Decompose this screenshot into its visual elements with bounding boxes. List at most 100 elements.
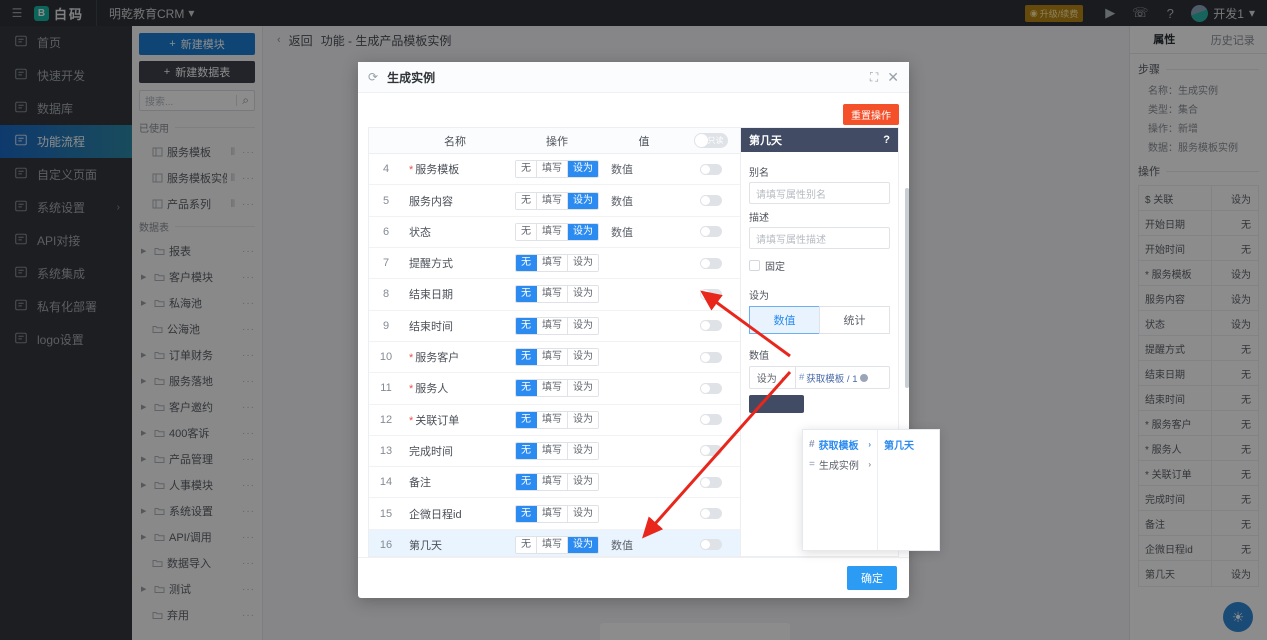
row-value[interactable]: 数值 (607, 161, 681, 177)
operation-option-0[interactable]: 无 (516, 223, 537, 240)
alias-input[interactable]: 请填写属性别名 (749, 182, 890, 205)
table-row[interactable]: 9 结束时间 无填写 设为 (369, 311, 740, 342)
operation-option-1[interactable]: 填写 (537, 317, 568, 334)
operation-option-0[interactable]: 无 (516, 349, 537, 366)
row-readonly-toggle[interactable] (699, 445, 722, 457)
operation-option-1[interactable]: 填写 (537, 286, 568, 303)
table-row[interactable]: 11 * 服务人 无填写 设为 (369, 373, 740, 405)
table-body[interactable]: 4 * 服务模板 无填写 设为 数值 5 服务内容 无填写 设为 数值 6 状态 无填… (369, 154, 740, 557)
operation-option-1[interactable]: 填写 (537, 442, 568, 459)
operation-option-0[interactable]: 无 (516, 317, 537, 334)
operation-segmented[interactable]: 无填写 设为 (515, 160, 599, 179)
operation-option-0[interactable]: 无 (516, 474, 537, 491)
row-readonly-toggle[interactable] (699, 226, 722, 238)
table-row[interactable]: 13 完成时间 无填写 设为 (369, 436, 740, 468)
table-row[interactable]: 4 * 服务模板 无填写 设为 数值 (369, 154, 740, 186)
operation-option-0[interactable]: 无 (516, 286, 537, 303)
operation-segmented[interactable]: 无填写 设为 (515, 316, 599, 335)
operation-segmented[interactable]: 无填写 设为 (515, 379, 599, 398)
table-row[interactable]: 16 第几天 无填写 设为 数值 (369, 529, 740, 557)
operation-segmented[interactable]: 无填写 设为 (515, 191, 599, 210)
picker-item[interactable]: 第几天 (878, 434, 939, 454)
row-readonly-toggle[interactable] (699, 351, 722, 363)
operation-option-2[interactable]: 设为 (568, 442, 598, 459)
row-value[interactable]: 数值 (607, 193, 681, 209)
operation-option-2[interactable]: 设为 (568, 317, 598, 334)
picker-item[interactable]: # 获取模板 › (803, 434, 877, 454)
operation-option-1[interactable]: 填写 (537, 505, 568, 522)
operation-option-2[interactable]: 设为 (568, 286, 598, 303)
operation-segmented[interactable]: 无填写 设为 (515, 222, 599, 241)
operation-option-2[interactable]: 设为 (568, 474, 598, 491)
operation-option-1[interactable]: 填写 (537, 536, 568, 553)
operation-option-2[interactable]: 设为 (568, 161, 598, 178)
table-row[interactable]: 15 企微日程id 无填写 设为 (369, 498, 740, 530)
operation-option-2[interactable]: 设为 (568, 505, 598, 522)
operation-option-2[interactable]: 设为 (568, 536, 598, 553)
operation-option-0[interactable]: 无 (516, 442, 537, 459)
refresh-icon[interactable]: ⟳ (368, 70, 378, 84)
setas-option-numeric[interactable]: 数值 (749, 306, 819, 335)
operation-option-1[interactable]: 填写 (537, 474, 568, 491)
description-input[interactable]: 请填写属性描述 (749, 227, 890, 250)
value-tag-input[interactable]: # 获取模板 / 1 (796, 366, 890, 390)
operation-segmented[interactable]: 无填写 设为 (515, 441, 599, 460)
question-circle-icon[interactable]: ? (883, 134, 890, 146)
operation-option-1[interactable]: 填写 (537, 223, 568, 240)
row-readonly-toggle[interactable] (699, 476, 722, 488)
reset-operations-button[interactable]: 重置操作 (843, 103, 899, 125)
picker-item[interactable]: = 生成实例 › (803, 454, 877, 474)
row-readonly-toggle[interactable] (699, 382, 722, 394)
table-row[interactable]: 12 * 关联订单 无填写 设为 (369, 405, 740, 436)
operation-option-2[interactable]: 设为 (568, 349, 598, 366)
operation-option-0[interactable]: 无 (516, 505, 537, 522)
operation-option-1[interactable]: 填写 (537, 349, 568, 366)
row-readonly-toggle[interactable] (699, 414, 722, 426)
row-readonly-toggle[interactable] (699, 288, 722, 300)
operation-option-2[interactable]: 设为 (568, 411, 598, 428)
operation-segmented[interactable]: 无填写 设为 (515, 535, 599, 554)
operation-option-2[interactable]: 设为 (568, 192, 598, 209)
operation-segmented[interactable]: 无填写 设为 (515, 410, 599, 429)
operation-option-2[interactable]: 设为 (568, 223, 598, 240)
setas-option-stat[interactable]: 统计 (819, 306, 890, 335)
operation-option-1[interactable]: 填写 (537, 380, 568, 397)
row-value[interactable]: 数值 (607, 537, 681, 553)
table-row[interactable]: 6 状态 无填写 设为 数值 (369, 217, 740, 249)
fixed-checkbox[interactable]: 固定 (749, 258, 890, 273)
operation-segmented[interactable]: 无填写 设为 (515, 504, 599, 523)
row-readonly-toggle[interactable] (699, 539, 722, 551)
table-row[interactable]: 5 服务内容 无填写 设为 数值 (369, 185, 740, 217)
row-readonly-toggle[interactable] (699, 163, 722, 175)
table-row[interactable]: 8 结束日期 无填写 设为 (369, 279, 740, 311)
operation-option-0[interactable]: 无 (516, 161, 537, 178)
operation-segmented[interactable]: 无填写 设为 (515, 285, 599, 304)
confirm-button[interactable]: 确定 (847, 566, 897, 591)
expand-icon[interactable]: ⛶ (870, 70, 878, 85)
row-readonly-toggle[interactable] (699, 508, 722, 520)
value-operation-select[interactable]: 设为 ⌄ (749, 366, 796, 390)
row-readonly-toggle[interactable] (699, 195, 722, 207)
operation-option-0[interactable]: 无 (516, 192, 537, 209)
operation-option-2[interactable]: 设为 (568, 255, 598, 272)
operation-option-0[interactable]: 无 (516, 411, 537, 428)
operation-option-1[interactable]: 填写 (537, 255, 568, 272)
operation-option-1[interactable]: 填写 (537, 161, 568, 178)
operation-segmented[interactable]: 无填写 设为 (515, 473, 599, 492)
operation-option-0[interactable]: 无 (516, 380, 537, 397)
operation-option-1[interactable]: 填写 (537, 411, 568, 428)
setas-segmented[interactable]: 数值 统计 (749, 306, 890, 335)
close-icon[interactable]: ✕ (887, 69, 899, 86)
row-readonly-toggle[interactable] (699, 257, 722, 269)
operation-segmented[interactable]: 无填写 设为 (515, 348, 599, 367)
operation-option-1[interactable]: 填写 (537, 192, 568, 209)
readonly-toggle-all[interactable]: 只读 (693, 133, 728, 149)
row-readonly-toggle[interactable] (699, 320, 722, 332)
close-circle-icon[interactable] (859, 373, 868, 382)
operation-segmented[interactable]: 无填写 设为 (515, 254, 599, 273)
table-row[interactable]: 14 备注 无填写 设为 (369, 467, 740, 499)
value-action-button[interactable] (749, 395, 804, 414)
row-value[interactable]: 数值 (607, 224, 681, 240)
table-scrollbar[interactable] (905, 188, 909, 389)
table-row[interactable]: 7 提醒方式 无填写 设为 (369, 248, 740, 280)
